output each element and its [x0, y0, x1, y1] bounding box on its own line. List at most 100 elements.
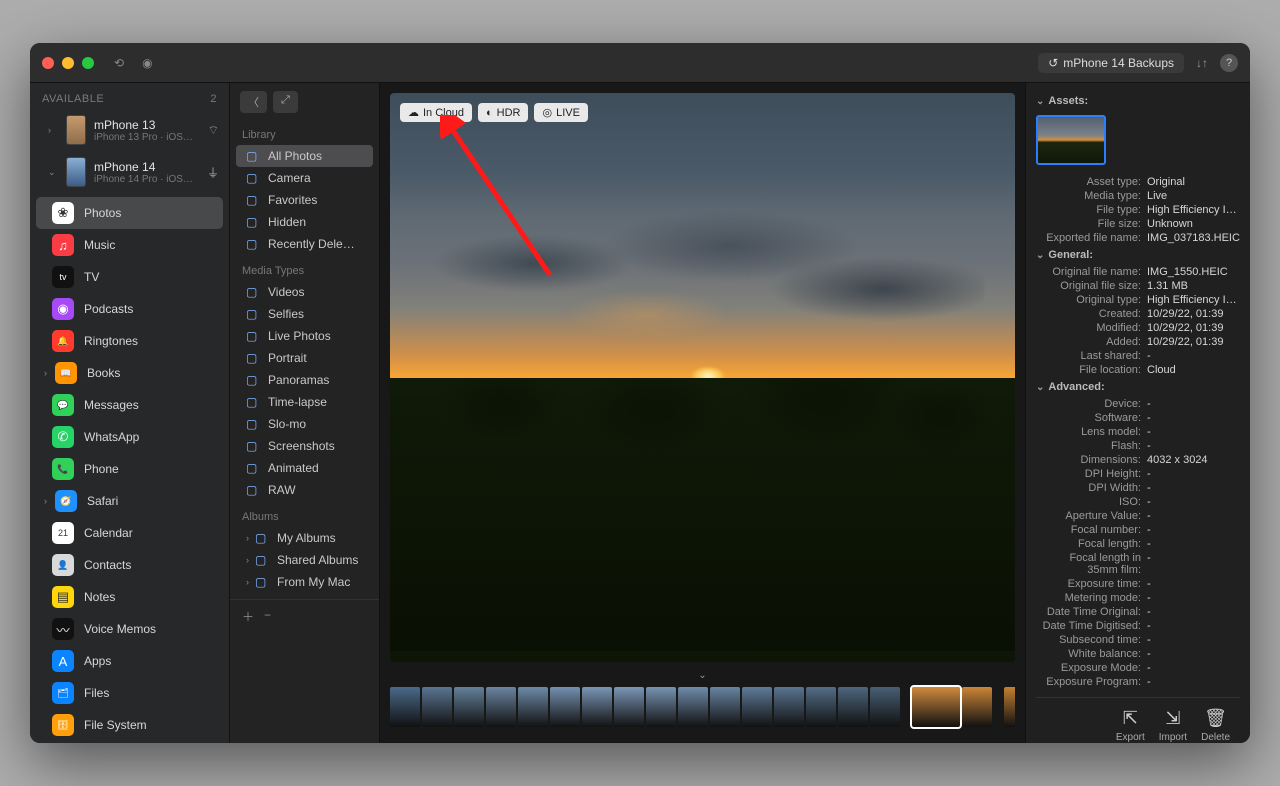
album-item-shared-albums[interactable]: ›▢Shared Albums [236, 549, 373, 571]
transfer-icon[interactable]: ↓↑ [1196, 56, 1208, 70]
sidebar-item-profiles[interactable]: ⚙ Profiles [36, 741, 223, 743]
delete-button[interactable]: 🗑Delete [1201, 708, 1230, 743]
device-row[interactable]: ⌄ mPhone 14iPhone 14 Pro · iOS… ⏚ [30, 151, 229, 193]
photo-viewer[interactable]: ☁ In Cloud ◐ HDR ◎ LIVE [390, 93, 1015, 662]
media-item-screenshots[interactable]: ▢Screenshots [236, 435, 373, 457]
sidebar-item-calendar[interactable]: 21 Calendar [36, 517, 223, 549]
library-item-all-photos[interactable]: ▢All Photos [236, 145, 373, 167]
thumbnail[interactable] [1004, 687, 1015, 727]
thumbnail[interactable] [422, 687, 452, 727]
sidebar-item-notes[interactable]: ▤ Notes [36, 581, 223, 613]
app-label: Phone [84, 462, 119, 476]
close-window-button[interactable] [42, 57, 54, 69]
advanced-section-header[interactable]: Advanced: [1036, 377, 1240, 397]
thumbnail[interactable] [838, 687, 868, 727]
media-item-animated[interactable]: ▢Animated [236, 457, 373, 479]
sidebar-item-voice-memos[interactable]: 〰 Voice Memos [36, 613, 223, 645]
album-item-from-my-mac[interactable]: ›▢From My Mac [236, 571, 373, 593]
media-item-live-photos[interactable]: ▢Live Photos [236, 325, 373, 347]
import-icon: ⇲ [1165, 708, 1180, 729]
metadata-row: File location:Cloud [1036, 363, 1240, 377]
media-item-selfies[interactable]: ▢Selfies [236, 303, 373, 325]
sidebar-item-safari[interactable]: ›🧭 Safari [36, 485, 223, 517]
refresh-icon[interactable]: ⟲ [114, 56, 124, 70]
thumbnail[interactable] [390, 687, 420, 727]
sidebar-item-podcasts[interactable]: ◉ Podcasts [36, 293, 223, 325]
expand-button[interactable]: ⤢ [273, 91, 298, 113]
thumbnail[interactable] [962, 687, 992, 727]
metadata-row: ISO:- [1036, 495, 1240, 509]
backups-button[interactable]: ↺ mPhone 14 Backups [1038, 53, 1184, 73]
thumbnail[interactable] [518, 687, 548, 727]
app-label: Music [84, 238, 115, 252]
thumbnail[interactable] [870, 687, 900, 727]
photo-main: ☁ In Cloud ◐ HDR ◎ LIVE ⌄ [380, 83, 1025, 743]
export-button[interactable]: ⇱Export [1116, 708, 1145, 743]
chevron-right-icon: › [44, 368, 47, 378]
thumbnail[interactable] [912, 687, 960, 727]
library-item-camera[interactable]: ▢Camera [236, 167, 373, 189]
sidebar-item-file-system[interactable]: 🗄 File System [36, 709, 223, 741]
media-item-slo-mo[interactable]: ▢Slo-mo [236, 413, 373, 435]
app-icon: ✆ [52, 426, 74, 448]
app-label: TV [84, 270, 99, 284]
help-button[interactable]: ? [1220, 54, 1238, 72]
library-item-hidden[interactable]: ▢Hidden [236, 211, 373, 233]
sidebar-item-whatsapp[interactable]: ✆ WhatsApp [36, 421, 223, 453]
add-album-button[interactable]: ＋ [242, 608, 254, 625]
sidebar-item-books[interactable]: ›📖 Books [36, 357, 223, 389]
device-row[interactable]: › mPhone 13iPhone 13 Pro · iOS… ⌔ [30, 109, 229, 151]
chevron-right-icon: › [44, 496, 47, 506]
thumbnail[interactable] [774, 687, 804, 727]
thumbnail[interactable] [582, 687, 612, 727]
thumbnail[interactable] [806, 687, 836, 727]
thumbnail[interactable] [646, 687, 676, 727]
import-button[interactable]: ⇲Import [1159, 708, 1187, 743]
thumbnail[interactable] [742, 687, 772, 727]
thumbnail[interactable] [486, 687, 516, 727]
thumbnail[interactable] [614, 687, 644, 727]
sidebar-item-files[interactable]: 🗂 Files [36, 677, 223, 709]
app-label: Books [87, 366, 120, 380]
visibility-icon[interactable]: ◉ [142, 56, 152, 70]
category-icon: ▢ [246, 237, 260, 251]
trash-icon: 🗑 [1204, 708, 1227, 729]
remove-album-button[interactable]: − [264, 608, 271, 625]
app-icon: 🔔 [52, 330, 74, 352]
thumbnail[interactable] [454, 687, 484, 727]
sidebar-item-photos[interactable]: ❀ Photos [36, 197, 223, 229]
sidebar-item-messages[interactable]: 💬 Messages [36, 389, 223, 421]
sidebar-item-ringtones[interactable]: 🔔 Ringtones [36, 325, 223, 357]
sidebar-item-phone[interactable]: 📞 Phone [36, 453, 223, 485]
media-item-videos[interactable]: ▢Videos [236, 281, 373, 303]
category-icon: ▢ [246, 483, 260, 497]
assets-section-header[interactable]: Assets: [1036, 91, 1240, 111]
sidebar-item-apps[interactable]: A Apps [36, 645, 223, 677]
general-section-header[interactable]: General: [1036, 245, 1240, 265]
asset-thumbnail[interactable] [1036, 115, 1106, 165]
library-item-favorites[interactable]: ▢Favorites [236, 189, 373, 211]
zoom-window-button[interactable] [82, 57, 94, 69]
album-item-my-albums[interactable]: ›▢My Albums [236, 527, 373, 549]
sidebar-item-tv[interactable]: tv TV [36, 261, 223, 293]
filmstrip[interactable] [390, 681, 1015, 733]
back-button[interactable]: 〈 [240, 91, 267, 113]
category-icon: ▢ [255, 531, 269, 545]
metadata-row: Date Time Original:- [1036, 605, 1240, 619]
filmstrip-toggle[interactable]: ⌄ [380, 670, 1025, 681]
sidebar-item-contacts[interactable]: 👤 Contacts [36, 549, 223, 581]
thumbnail[interactable] [678, 687, 708, 727]
media-item-time-lapse[interactable]: ▢Time-lapse [236, 391, 373, 413]
thumbnail[interactable] [710, 687, 740, 727]
metadata-row: Date Time Digitised:- [1036, 619, 1240, 633]
media-item-panoramas[interactable]: ▢Panoramas [236, 369, 373, 391]
app-label: Ringtones [84, 334, 138, 348]
metadata-row: Exported file name:IMG_037183.HEIC [1036, 231, 1240, 245]
thumbnail[interactable] [550, 687, 580, 727]
library-item-recently-dele-[interactable]: ▢Recently Dele… [236, 233, 373, 255]
media-item-portrait[interactable]: ▢Portrait [236, 347, 373, 369]
app-label: File System [84, 718, 147, 732]
sidebar-item-music[interactable]: ♫ Music [36, 229, 223, 261]
media-item-raw[interactable]: ▢RAW [236, 479, 373, 501]
minimize-window-button[interactable] [62, 57, 74, 69]
